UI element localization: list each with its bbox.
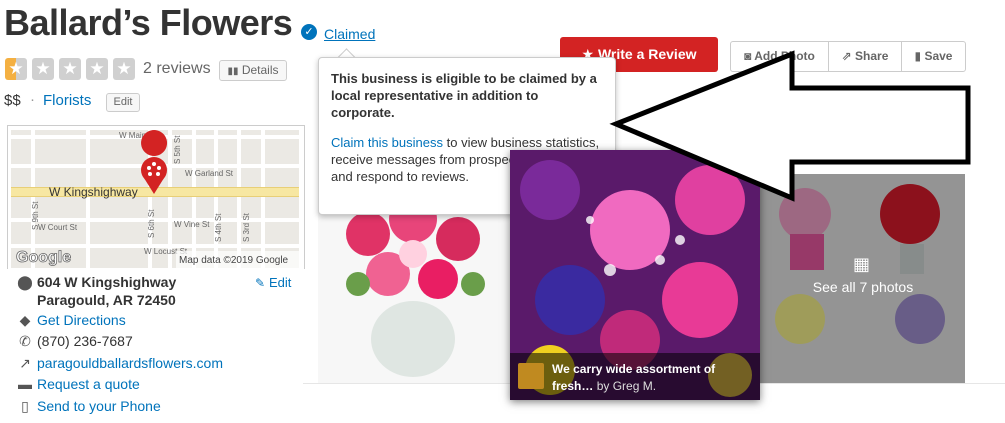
google-logo: Google (16, 249, 71, 266)
phone-number: (870) 236-7687 (37, 333, 133, 349)
directions-icon: ◆ (19, 312, 31, 328)
map-street-label: W Garland St (185, 169, 234, 178)
map-street-label: S 9th St (31, 201, 40, 230)
business-name: Ballard’s Flowers (4, 2, 293, 43)
map[interactable]: W Main St W Garland St W Kingshighway W … (11, 130, 299, 268)
star-icon: ★ (113, 58, 135, 80)
details-button[interactable]: ▮▮ Details (219, 60, 287, 81)
map-street-label: W Kingshighway (49, 185, 138, 199)
external-link-icon: ↗ (19, 355, 31, 371)
check-circle-icon: ✓ (301, 24, 317, 40)
map-street-label: S 5th St (173, 135, 182, 164)
review-count[interactable]: 2 reviews (143, 60, 211, 78)
phone-icon: ✆ (19, 333, 31, 349)
star-icon: ★ (59, 58, 81, 80)
category-link[interactable]: Florists (43, 92, 91, 109)
address-line2: Paragould, AR 72450 (37, 292, 176, 308)
directions-link[interactable]: Get Directions (37, 312, 126, 328)
popover-heading: This business is eligible to be claimed … (331, 71, 597, 120)
map-street-label: W Court St (38, 223, 78, 232)
photo-author[interactable]: by Greg M. (597, 379, 656, 393)
grid-icon: ▦ (853, 254, 871, 274)
map-street-label: W Vine St (174, 220, 210, 229)
claim-business-link[interactable]: Claim this business (331, 135, 443, 150)
edit-label: Edit (268, 275, 292, 290)
star-icon: ★ (32, 58, 54, 80)
annotation-arrow (609, 50, 971, 202)
edit-category-button[interactable]: Edit (106, 93, 140, 112)
mobile-icon: ▯ (21, 398, 29, 414)
send-to-phone-link[interactable]: Send to your Phone (37, 398, 161, 414)
star-icon: ★ (86, 58, 108, 80)
map-graphic: W Main St W Garland St W Kingshighway W … (11, 130, 299, 268)
speech-bubble-icon: ▬ (18, 376, 32, 392)
website-link[interactable]: paragouldballardsflowers.com (37, 355, 223, 371)
request-quote-link[interactable]: Request a quote (37, 376, 140, 392)
claimed-link[interactable]: Claimed (324, 26, 375, 42)
price-range: $$ (4, 92, 21, 109)
map-street-label: S 3rd St (242, 212, 251, 242)
user-avatar[interactable] (518, 363, 544, 389)
map-pin-icon: ⬤ (17, 274, 33, 290)
photo-caption-bar: We carry wide assortment of fresh… by Gr… (510, 353, 760, 400)
map-street-label: S 4th St (214, 213, 223, 242)
address-line1: 604 W Kingshighway (37, 274, 177, 290)
separator: · (30, 91, 35, 108)
map-attribution: Map data ©2019 Google (179, 255, 289, 266)
see-all-photos-link[interactable]: See all 7 photos (788, 279, 938, 295)
pencil-icon: ✎ (255, 276, 266, 290)
star-icon: ★ (5, 58, 27, 80)
bar-chart-icon: ▮▮ (227, 66, 239, 77)
edit-address-link[interactable]: ✎ Edit (255, 274, 291, 290)
map-street-label: S 6th St (147, 209, 156, 238)
details-label: Details (241, 63, 279, 77)
